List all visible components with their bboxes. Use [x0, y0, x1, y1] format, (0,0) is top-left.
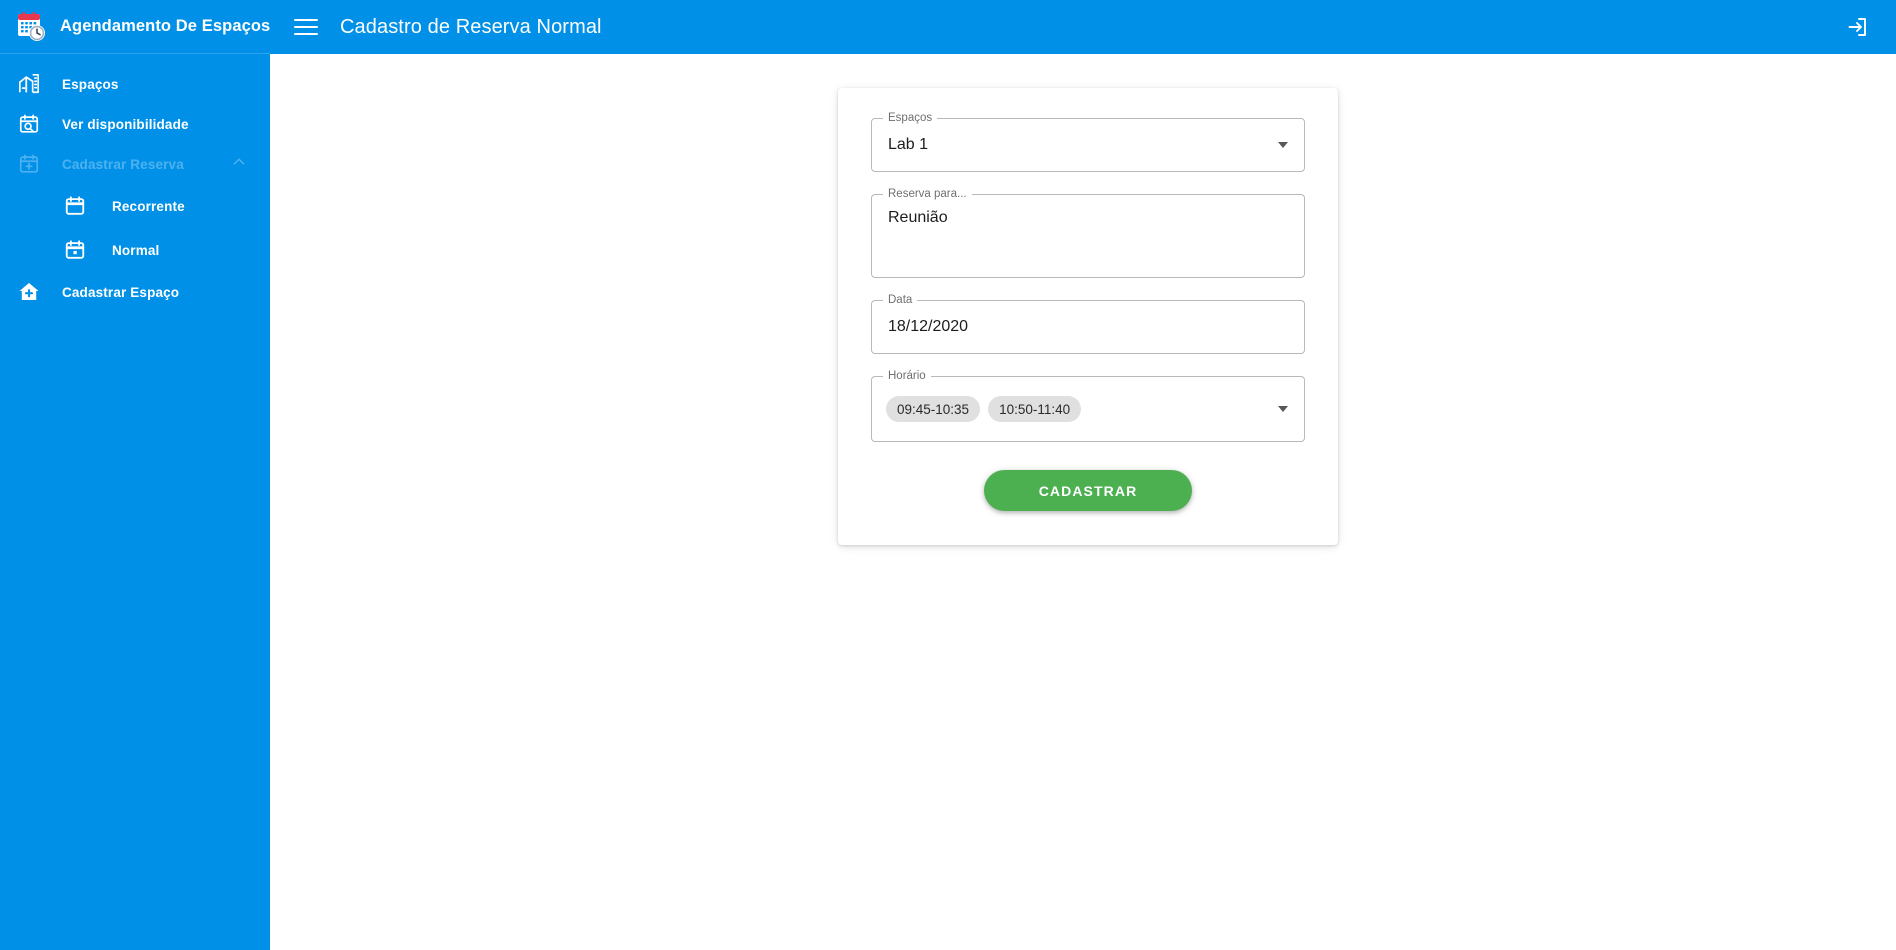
sidebar-item-espacos[interactable]: Espaços — [0, 64, 270, 104]
sidebar-item-ver-disponibilidade[interactable]: Ver disponibilidade — [0, 104, 270, 144]
sidebar-item-label: Espaços — [62, 76, 119, 92]
logout-icon[interactable] — [1844, 14, 1870, 40]
topbar: Cadastro de Reserva Normal — [270, 0, 1896, 54]
sidebar-item-label: Ver disponibilidade — [62, 116, 189, 132]
espacos-select-value-row[interactable]: Lab 1 — [872, 119, 1304, 171]
calendar-plus-icon — [14, 153, 44, 175]
sidebar-item-normal[interactable]: Normal — [0, 228, 270, 272]
chevron-down-icon[interactable] — [1278, 406, 1288, 412]
reservation-form-card: Espaços Lab 1 Reserva para... Reunião Da… — [838, 88, 1338, 545]
chevron-down-icon[interactable] — [1278, 142, 1288, 148]
sidebar-item-label: Recorrente — [112, 198, 185, 214]
sidebar-item-cadastrar-espaco[interactable]: Cadastrar Espaço — [0, 272, 270, 312]
sidebar-item-recorrente[interactable]: Recorrente — [0, 184, 270, 228]
horario-chip[interactable]: 10:50-11:40 — [988, 396, 1082, 422]
horario-chips-row[interactable]: 09:45-10:35 10:50-11:40 — [872, 377, 1304, 441]
field-horario: Horário 09:45-10:35 10:50-11:40 — [871, 369, 1305, 442]
building-home-icon — [14, 73, 44, 95]
sidebar: Agendamento De Espaços Espaços Ver dispo… — [0, 0, 270, 950]
calendar-search-icon — [14, 113, 44, 135]
reserva-para-value: Reunião — [888, 209, 948, 226]
reserva-para-textarea[interactable]: Reserva para... Reunião — [871, 187, 1305, 278]
chevron-up-icon — [230, 153, 248, 176]
calendar-event-icon — [60, 239, 90, 261]
home-plus-icon — [14, 280, 44, 304]
page-title: Cadastro de Reserva Normal — [340, 15, 602, 38]
field-reserva-para: Reserva para... Reunião — [871, 187, 1305, 278]
calendar-clock-icon — [14, 10, 48, 44]
sidebar-group-label: Cadastrar Reserva — [62, 156, 184, 172]
sidebar-item-label: Cadastrar Espaço — [62, 284, 180, 300]
espacos-selected-value: Lab 1 — [888, 136, 929, 153]
cadastrar-button[interactable]: CADASTRAR — [984, 470, 1192, 511]
reserva-para-label: Reserva para... — [883, 187, 972, 201]
calendar-icon — [60, 195, 90, 217]
sidebar-item-label: Normal — [112, 242, 160, 258]
horario-multiselect[interactable]: Horário 09:45-10:35 10:50-11:40 — [871, 369, 1305, 442]
espacos-select[interactable]: Espaços Lab 1 — [871, 111, 1305, 172]
hamburger-menu-icon[interactable] — [294, 15, 318, 39]
brand-title: Agendamento De Espaços — [60, 17, 271, 35]
data-value: 18/12/2020 — [888, 318, 969, 335]
data-input-wrapper[interactable]: Data 18/12/2020 — [871, 293, 1305, 354]
horario-chip[interactable]: 09:45-10:35 — [886, 396, 981, 422]
reserva-para-input[interactable]: Reunião — [872, 195, 1304, 277]
submit-row: CADASTRAR — [871, 470, 1305, 511]
data-input[interactable]: 18/12/2020 — [872, 301, 1304, 353]
main-content: Espaços Lab 1 Reserva para... Reunião Da… — [270, 54, 1896, 950]
brand-header: Agendamento De Espaços — [0, 0, 270, 54]
field-espacos: Espaços Lab 1 — [871, 111, 1305, 172]
field-data: Data 18/12/2020 — [871, 293, 1305, 354]
app-root: Agendamento De Espaços Espaços Ver dispo… — [0, 0, 1896, 950]
sidebar-nav: Espaços Ver disponibilidade Cadastrar Re… — [0, 54, 270, 312]
sidebar-group-cadastrar-reserva[interactable]: Cadastrar Reserva — [0, 144, 270, 184]
data-label: Data — [883, 293, 918, 307]
